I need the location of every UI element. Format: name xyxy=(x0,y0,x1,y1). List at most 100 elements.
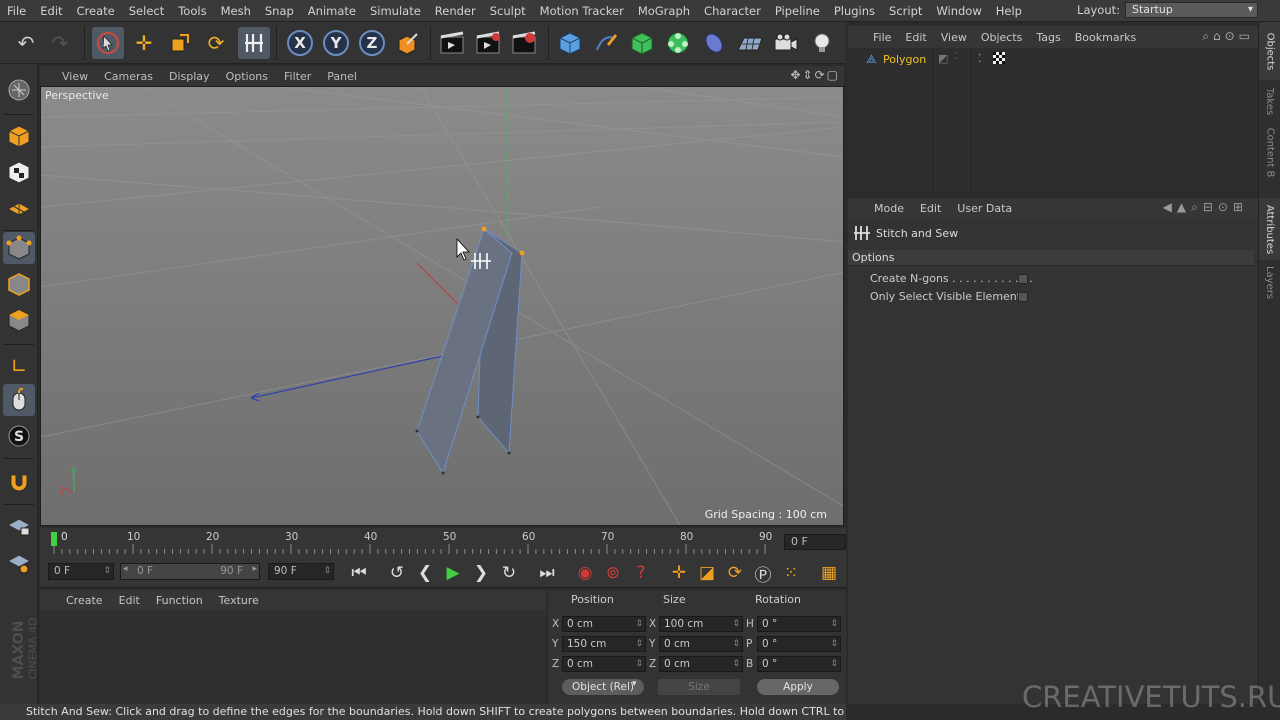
menu-script[interactable]: Script xyxy=(882,0,929,22)
record-parameter-icon[interactable]: Ⓟ xyxy=(750,560,776,586)
autokeying-icon[interactable]: ⊚ xyxy=(600,560,626,586)
menu-edit[interactable]: Edit xyxy=(33,0,69,22)
solo-icon[interactable]: S xyxy=(3,420,35,452)
om-menu-tags[interactable]: Tags xyxy=(1029,31,1067,44)
options-group-header[interactable]: Options xyxy=(848,250,1254,266)
workplane-grid-icon[interactable] xyxy=(3,546,35,578)
render-to-picture-viewer-icon[interactable] xyxy=(472,27,504,59)
cube-primitive-icon[interactable] xyxy=(554,27,586,59)
am-navigation-icon[interactable]: ◀▲⌕⊟⊙⊞ xyxy=(1163,200,1248,215)
menu-pipeline[interactable]: Pipeline xyxy=(768,0,827,22)
next-key-icon[interactable]: ↻ xyxy=(496,560,522,586)
keyframe-selection-icon[interactable]: ? xyxy=(628,560,654,586)
om-menu-edit[interactable]: Edit xyxy=(898,31,933,44)
tab-takes[interactable]: Takes xyxy=(1259,82,1280,120)
material-menu-create[interactable]: Create xyxy=(58,594,111,607)
previous-frame-icon[interactable]: ❮ xyxy=(412,560,438,586)
material-menu-texture[interactable]: Texture xyxy=(211,594,267,607)
current-frame-field[interactable]: 0 F xyxy=(784,534,846,550)
position-z-field[interactable]: 0 cm xyxy=(562,656,646,672)
previous-key-icon[interactable]: ↺ xyxy=(384,560,410,586)
menu-simulate[interactable]: Simulate xyxy=(363,0,428,22)
undo-icon[interactable]: ↶ xyxy=(10,27,42,59)
menu-file[interactable]: File xyxy=(0,0,33,22)
tab-objects[interactable]: Objects xyxy=(1259,22,1280,80)
redo-icon[interactable]: ↷ xyxy=(44,27,76,59)
axis-y-lock-icon[interactable]: Y xyxy=(320,27,352,59)
record-active-objects-icon[interactable]: ◉ xyxy=(572,560,598,586)
om-menu-bookmarks[interactable]: Bookmarks xyxy=(1068,31,1143,44)
menu-animate[interactable]: Animate xyxy=(301,0,363,22)
om-menu-view[interactable]: View xyxy=(934,31,974,44)
menu-mograph[interactable]: MoGraph xyxy=(631,0,697,22)
size-z-field[interactable]: 0 cm xyxy=(659,656,743,672)
layout-dropdown[interactable]: Startup xyxy=(1125,2,1258,18)
tab-layers[interactable]: Layers xyxy=(1259,262,1280,302)
render-settings-icon[interactable] xyxy=(508,27,540,59)
perspective-viewport[interactable]: y x Perspective Grid Spacing : 100 cm xyxy=(40,86,844,526)
polygon-object[interactable] xyxy=(415,226,525,475)
viewport-menu-filter[interactable]: Filter xyxy=(276,70,319,83)
om-search-icon[interactable]: ⌕⌂⊙▭ xyxy=(1202,29,1254,44)
create-ngons-checkbox[interactable] xyxy=(1018,274,1028,284)
viewport-menu-panel[interactable]: Panel xyxy=(319,70,365,83)
editor-visibility-icon[interactable]: ◩ xyxy=(938,52,948,65)
menu-character[interactable]: Character xyxy=(697,0,768,22)
stitch-and-sew-icon[interactable] xyxy=(238,27,270,59)
om-menu-objects[interactable]: Objects xyxy=(974,31,1030,44)
material-menu-edit[interactable]: Edit xyxy=(111,594,148,607)
position-y-field[interactable]: 150 cm xyxy=(562,636,646,652)
menu-plugins[interactable]: Plugins xyxy=(827,0,882,22)
menu-tools[interactable]: Tools xyxy=(171,0,213,22)
viewport-menu-view[interactable]: View xyxy=(54,70,96,83)
cloner-icon[interactable] xyxy=(662,27,694,59)
material-manager-area[interactable] xyxy=(40,610,546,704)
size-y-field[interactable]: 0 cm xyxy=(659,636,743,652)
record-scale-icon[interactable]: ◪ xyxy=(694,560,720,586)
start-frame-field[interactable]: 0 F xyxy=(48,563,114,580)
scale-icon[interactable] xyxy=(164,27,196,59)
viewport-menu-display[interactable]: Display xyxy=(161,70,218,83)
camera-icon[interactable] xyxy=(770,27,802,59)
model-mode-icon[interactable] xyxy=(3,120,35,152)
go-to-start-icon[interactable]: ⏮ xyxy=(346,560,372,586)
live-selection-icon[interactable] xyxy=(92,27,124,59)
rotation-h-field[interactable]: 0 ° xyxy=(757,616,841,632)
points-mode-icon[interactable] xyxy=(3,232,35,264)
menu-help[interactable]: Help xyxy=(989,0,1029,22)
material-menu-function[interactable]: Function xyxy=(148,594,211,607)
object-name-label[interactable]: Polygon xyxy=(883,53,926,66)
render-visibility-icon[interactable]: ⁚ xyxy=(954,52,957,62)
menu-mesh[interactable]: Mesh xyxy=(214,0,258,22)
tweak-mode-icon[interactable] xyxy=(3,384,35,416)
axis-z-lock-icon[interactable]: Z xyxy=(356,27,388,59)
am-menu-mode[interactable]: Mode xyxy=(866,202,912,215)
light-icon[interactable] xyxy=(806,27,838,59)
size-mode-dropdown[interactable]: Size xyxy=(658,679,740,695)
viewport-menu-cameras[interactable]: Cameras xyxy=(96,70,161,83)
only-select-visible-checkbox[interactable] xyxy=(1018,292,1028,302)
deformer-icon[interactable] xyxy=(698,27,730,59)
next-frame-icon[interactable]: ❯ xyxy=(468,560,494,586)
menu-snap[interactable]: Snap xyxy=(258,0,301,22)
menu-sculpt[interactable]: Sculpt xyxy=(483,0,533,22)
timeline-window-icon[interactable]: ▦ xyxy=(816,560,842,586)
menu-motion-tracker[interactable]: Motion Tracker xyxy=(533,0,631,22)
polygons-mode-icon[interactable] xyxy=(3,304,35,336)
tab-attributes[interactable]: Attributes xyxy=(1259,198,1280,260)
object-list[interactable]: ⟁ Polygon ◩ ⁚ ⁚ xyxy=(848,48,1258,192)
om-menu-file[interactable]: File xyxy=(866,31,898,44)
subdivision-surface-icon[interactable] xyxy=(626,27,658,59)
workplane-mode-icon[interactable] xyxy=(3,192,35,224)
end-frame-field[interactable]: 90 F xyxy=(268,563,334,580)
viewport-camera-label[interactable]: Perspective xyxy=(45,89,109,102)
menu-window[interactable]: Window xyxy=(929,0,988,22)
pen-spline-icon[interactable] xyxy=(590,27,622,59)
edges-mode-icon[interactable] xyxy=(3,268,35,300)
axis-x-lock-icon[interactable]: X xyxy=(284,27,316,59)
snap-icon[interactable] xyxy=(3,466,35,498)
menu-select[interactable]: Select xyxy=(122,0,171,22)
timeline-ruler[interactable]: 0 10 20 30 40 50 60 70 80 90 0 F xyxy=(40,528,846,558)
menu-render[interactable]: Render xyxy=(428,0,483,22)
workplane-lock-icon[interactable] xyxy=(3,510,35,542)
